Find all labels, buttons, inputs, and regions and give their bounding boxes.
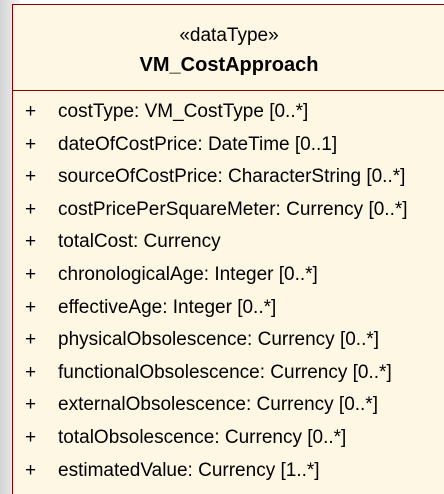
attribute-text: chronologicalAge: Integer [0..*] <box>58 263 318 285</box>
class-header: «dataType» VM_CostApproach <box>13 5 444 91</box>
attribute-visibility: + <box>25 329 37 351</box>
attribute-visibility: + <box>25 133 37 155</box>
attribute-visibility: + <box>25 394 37 416</box>
attribute-visibility: + <box>25 296 37 318</box>
attribute-visibility: + <box>25 166 37 188</box>
attribute-text: effectiveAge: Integer [0..*] <box>58 296 277 318</box>
attribute-text: sourceOfCostPrice: CharacterString [0..*… <box>58 166 406 188</box>
attribute-text: costType: VM_CostType [0..*] <box>58 101 309 122</box>
class-stereotype: «dataType» <box>179 25 279 46</box>
attribute-visibility: + <box>25 198 37 220</box>
attribute-text: totalObsolescence: Currency [0..*] <box>58 426 347 448</box>
attribute-text: externalObsolescence: Currency [0..*] <box>58 394 378 416</box>
diagram-canvas: «dataType» VM_CostApproach + costType: VM… <box>0 0 444 494</box>
attribute-visibility: + <box>25 361 37 383</box>
class-name: VM_CostApproach <box>139 54 319 76</box>
attribute-text: estimatedValue: Currency [1..*] <box>58 459 320 481</box>
attribute-text: physicalObsolescence: Currency [0..*] <box>58 329 380 351</box>
attribute-text: costPricePerSquareMeter: Currency [0..*] <box>58 198 408 220</box>
attribute-visibility: + <box>25 426 37 448</box>
attribute-visibility: + <box>25 231 37 253</box>
attribute-visibility: + <box>25 459 37 481</box>
attribute-visibility: + <box>25 263 37 285</box>
attribute-text: functionalObsolescence: Currency [0..*] <box>58 361 392 383</box>
uml-class-box[interactable]: «dataType» VM_CostApproach + costType: VM… <box>12 4 444 494</box>
attribute-text: totalCost: Currency <box>58 231 221 253</box>
attribute-visibility: + <box>25 101 37 122</box>
attribute-text: dateOfCostPrice: DateTime [0..1] <box>58 133 338 155</box>
